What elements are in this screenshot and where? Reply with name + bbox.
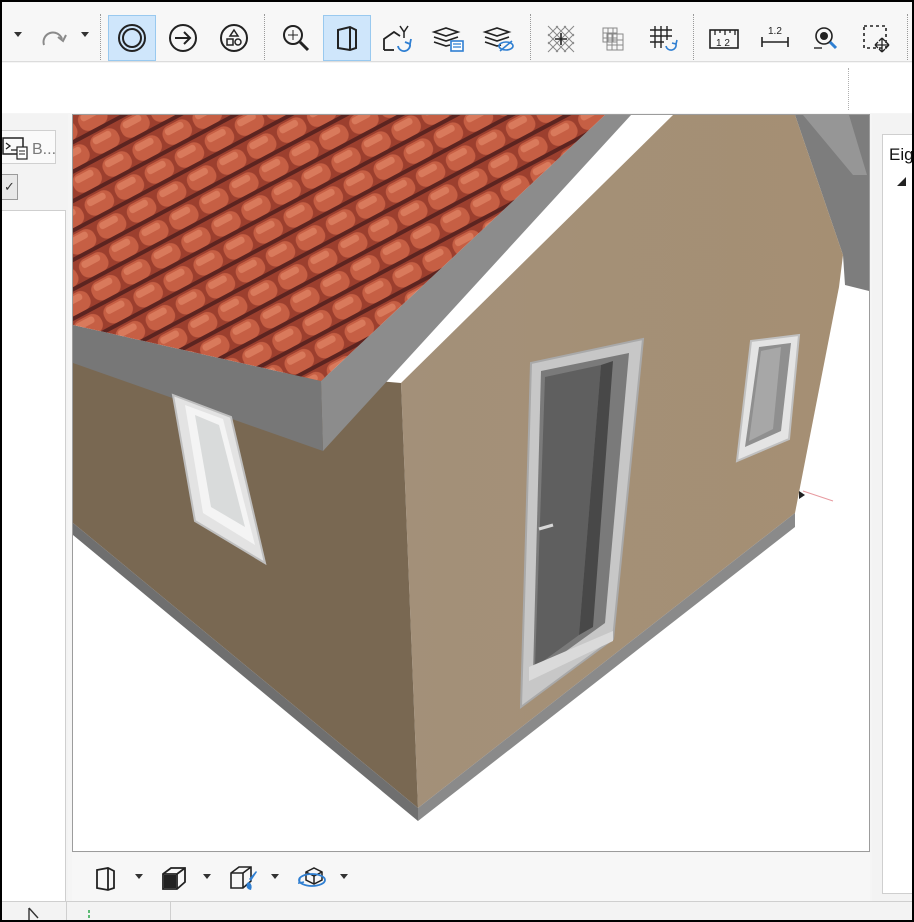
toolbar-grip xyxy=(848,68,849,110)
status-bar xyxy=(2,901,912,920)
toolbar-separator xyxy=(264,14,265,60)
view-toolbar xyxy=(72,853,870,901)
dimension-icon: 1.2 xyxy=(761,26,789,47)
toolbar-separator xyxy=(100,14,101,60)
box-brush-icon xyxy=(230,866,257,890)
shapes-button[interactable] xyxy=(210,15,258,61)
cube-outline-icon xyxy=(96,867,115,891)
view-paint-caret[interactable] xyxy=(271,874,279,879)
view-box-button[interactable] xyxy=(156,863,192,893)
arrow-action-button[interactable] xyxy=(159,15,207,61)
redo-dropdown-caret[interactable] xyxy=(81,32,89,37)
cube-view-icon xyxy=(337,25,357,52)
layers-eye-icon xyxy=(482,27,514,52)
axis-marker-icon xyxy=(88,910,90,920)
dimension-button[interactable]: 1.2 xyxy=(751,15,799,61)
tab-label: B... xyxy=(32,141,57,158)
grid-move-icon xyxy=(602,27,624,51)
view-orbit-button[interactable] xyxy=(294,863,330,893)
console-tab[interactable]: B... xyxy=(2,130,56,164)
main-toolbar: 1 2 1.2 xyxy=(2,2,912,62)
view-cube-caret[interactable] xyxy=(135,874,143,879)
3d-viewport[interactable] xyxy=(72,114,870,852)
properties-box: Eig xyxy=(882,134,914,894)
grid-move-button[interactable] xyxy=(588,15,636,61)
dimension-label: 1.2 xyxy=(768,26,782,37)
status-divider xyxy=(170,902,171,920)
house-rotate-icon xyxy=(383,25,412,52)
terminal-icon xyxy=(2,137,28,160)
view-box-caret[interactable] xyxy=(203,874,211,879)
arrow-circle-icon xyxy=(169,24,197,52)
status-divider xyxy=(66,902,67,920)
locate-button[interactable] xyxy=(802,15,850,61)
measure-button[interactable]: 1 2 xyxy=(700,15,748,61)
undo-dropdown-caret[interactable] xyxy=(14,32,22,37)
view-cube-button[interactable] xyxy=(88,863,124,893)
app-window: 1 2 1.2 B... ✓ Eig xyxy=(0,0,914,922)
shapes-icon xyxy=(220,24,248,52)
browser-list[interactable] xyxy=(2,210,66,902)
view-paint-button[interactable] xyxy=(225,863,261,893)
view-orbit-caret[interactable] xyxy=(340,874,348,879)
locate-icon xyxy=(814,27,838,50)
select-circle-button[interactable] xyxy=(108,15,156,61)
toolbar-separator xyxy=(530,14,531,60)
circle-select-icon xyxy=(118,24,146,52)
grid-snap-button[interactable] xyxy=(537,15,585,61)
measure-label: 1 2 xyxy=(716,38,730,49)
hatched-grid-icon xyxy=(547,25,575,53)
properties-title: Eig xyxy=(889,145,914,164)
expand-triangle-icon[interactable] xyxy=(897,177,906,186)
orbit-icon xyxy=(297,867,326,887)
zoom-fit-button[interactable] xyxy=(272,15,320,61)
layer-settings-button[interactable] xyxy=(424,15,472,61)
ruler-icon: 1 2 xyxy=(709,29,739,49)
toolbar-separator xyxy=(907,14,908,60)
properties-panel: Eig xyxy=(872,114,912,901)
zoom-fit-icon xyxy=(283,25,310,52)
grid-refresh-button[interactable] xyxy=(639,15,687,61)
3d-view-button[interactable] xyxy=(323,15,371,61)
filter-checkbox[interactable]: ✓ xyxy=(2,174,18,200)
box-icon xyxy=(162,867,186,890)
grid-refresh-icon xyxy=(650,26,678,51)
selection-move-icon xyxy=(863,25,890,53)
redo-icon xyxy=(42,31,67,46)
house-3d-render xyxy=(73,115,869,821)
redo-button[interactable] xyxy=(30,15,78,61)
left-panel: B... ✓ xyxy=(2,114,68,904)
layers-settings-icon xyxy=(431,27,464,52)
info-bar xyxy=(2,63,912,113)
selection-move-button[interactable] xyxy=(854,15,902,61)
toolbar-separator xyxy=(693,14,694,60)
layer-visibility-button[interactable] xyxy=(475,15,523,61)
cursor-icon xyxy=(28,907,39,920)
house-rotate-button[interactable] xyxy=(374,15,422,61)
